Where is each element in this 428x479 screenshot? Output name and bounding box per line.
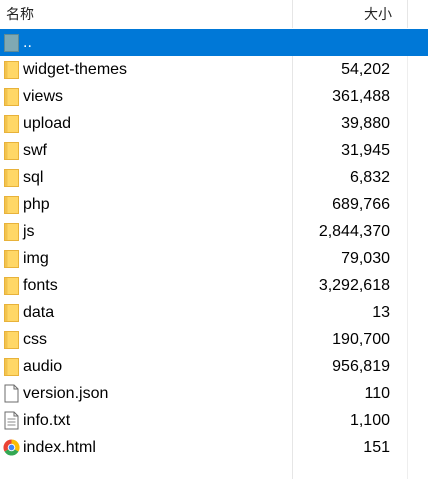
file-row[interactable]: swf 31,945 — [0, 137, 428, 164]
file-size: 2,844,370 — [318, 223, 390, 240]
folder-icon — [4, 357, 19, 376]
file-list-panel: 名称 大小 .. widget-themes 54,202 views 361,488 u… — [0, 0, 428, 479]
text-file-icon — [4, 411, 19, 430]
folder-icon — [4, 141, 19, 160]
column-header-size[interactable]: 大小 — [364, 4, 392, 24]
file-name: version.json — [23, 385, 109, 402]
file-size: 151 — [363, 439, 390, 456]
file-name: .. — [23, 34, 32, 51]
folder-icon — [4, 303, 19, 322]
file-row[interactable]: audio 956,819 — [0, 353, 428, 380]
file-row[interactable]: widget-themes 54,202 — [0, 56, 428, 83]
folder-icon — [4, 276, 19, 295]
file-row[interactable]: css 190,700 — [0, 326, 428, 353]
folder-icon — [4, 87, 19, 106]
file-name: data — [23, 304, 55, 321]
file-name: css — [23, 331, 47, 348]
file-size: 1,100 — [349, 412, 390, 429]
file-name: views — [23, 88, 64, 105]
file-size: 110 — [364, 385, 390, 402]
folder-icon — [4, 168, 19, 187]
file-name: sql — [23, 169, 44, 186]
file-row[interactable]: upload 39,880 — [0, 110, 428, 137]
file-name: swf — [23, 142, 47, 159]
file-row[interactable]: fonts 3,292,618 — [0, 272, 428, 299]
file-row[interactable]: php 689,766 — [0, 191, 428, 218]
file-size: 3,292,618 — [318, 277, 390, 294]
file-name: audio — [23, 358, 63, 375]
file-size: 79,030 — [341, 250, 390, 267]
folder-up-icon — [4, 33, 19, 52]
file-size: 689,766 — [332, 196, 390, 213]
column-header-name[interactable]: 名称 — [6, 4, 34, 24]
file-row[interactable]: sql 6,832 — [0, 164, 428, 191]
file-row[interactable]: data 13 — [0, 299, 428, 326]
folder-icon — [4, 60, 19, 79]
file-list: .. widget-themes 54,202 views 361,488 upload 3… — [0, 29, 428, 461]
file-size: 31,945 — [341, 142, 390, 159]
file-size: 190,700 — [332, 331, 390, 348]
file-size: 54,202 — [341, 61, 390, 78]
file-name: index.html — [23, 439, 96, 456]
file-size: 39,880 — [341, 115, 390, 132]
folder-icon — [4, 195, 19, 214]
parent-directory-row[interactable]: .. — [0, 29, 428, 56]
file-name: img — [23, 250, 49, 267]
column-divider[interactable] — [407, 0, 408, 28]
file-name: upload — [23, 115, 72, 132]
file-name: php — [23, 196, 50, 213]
folder-icon — [4, 222, 19, 241]
file-row[interactable]: img 79,030 — [0, 245, 428, 272]
file-name: widget-themes — [23, 61, 128, 78]
file-size: 6,832 — [349, 169, 390, 186]
folder-icon — [4, 249, 19, 268]
file-row[interactable]: index.html 151 — [0, 434, 428, 461]
file-name: js — [23, 223, 35, 240]
file-row[interactable]: js 2,844,370 — [0, 218, 428, 245]
file-icon — [4, 384, 19, 403]
file-row[interactable]: views 361,488 — [0, 83, 428, 110]
file-row[interactable]: version.json 110 — [0, 380, 428, 407]
file-size: 361,488 — [332, 88, 390, 105]
chrome-html-icon — [3, 439, 20, 458]
column-divider[interactable] — [292, 0, 293, 28]
file-name: fonts — [23, 277, 58, 294]
file-size: 13 — [372, 304, 390, 321]
file-row[interactable]: info.txt 1,100 — [0, 407, 428, 434]
file-name: info.txt — [23, 412, 71, 429]
folder-icon — [4, 330, 19, 349]
column-header: 名称 大小 — [0, 0, 428, 28]
file-size: 956,819 — [332, 358, 390, 375]
folder-icon — [4, 114, 19, 133]
